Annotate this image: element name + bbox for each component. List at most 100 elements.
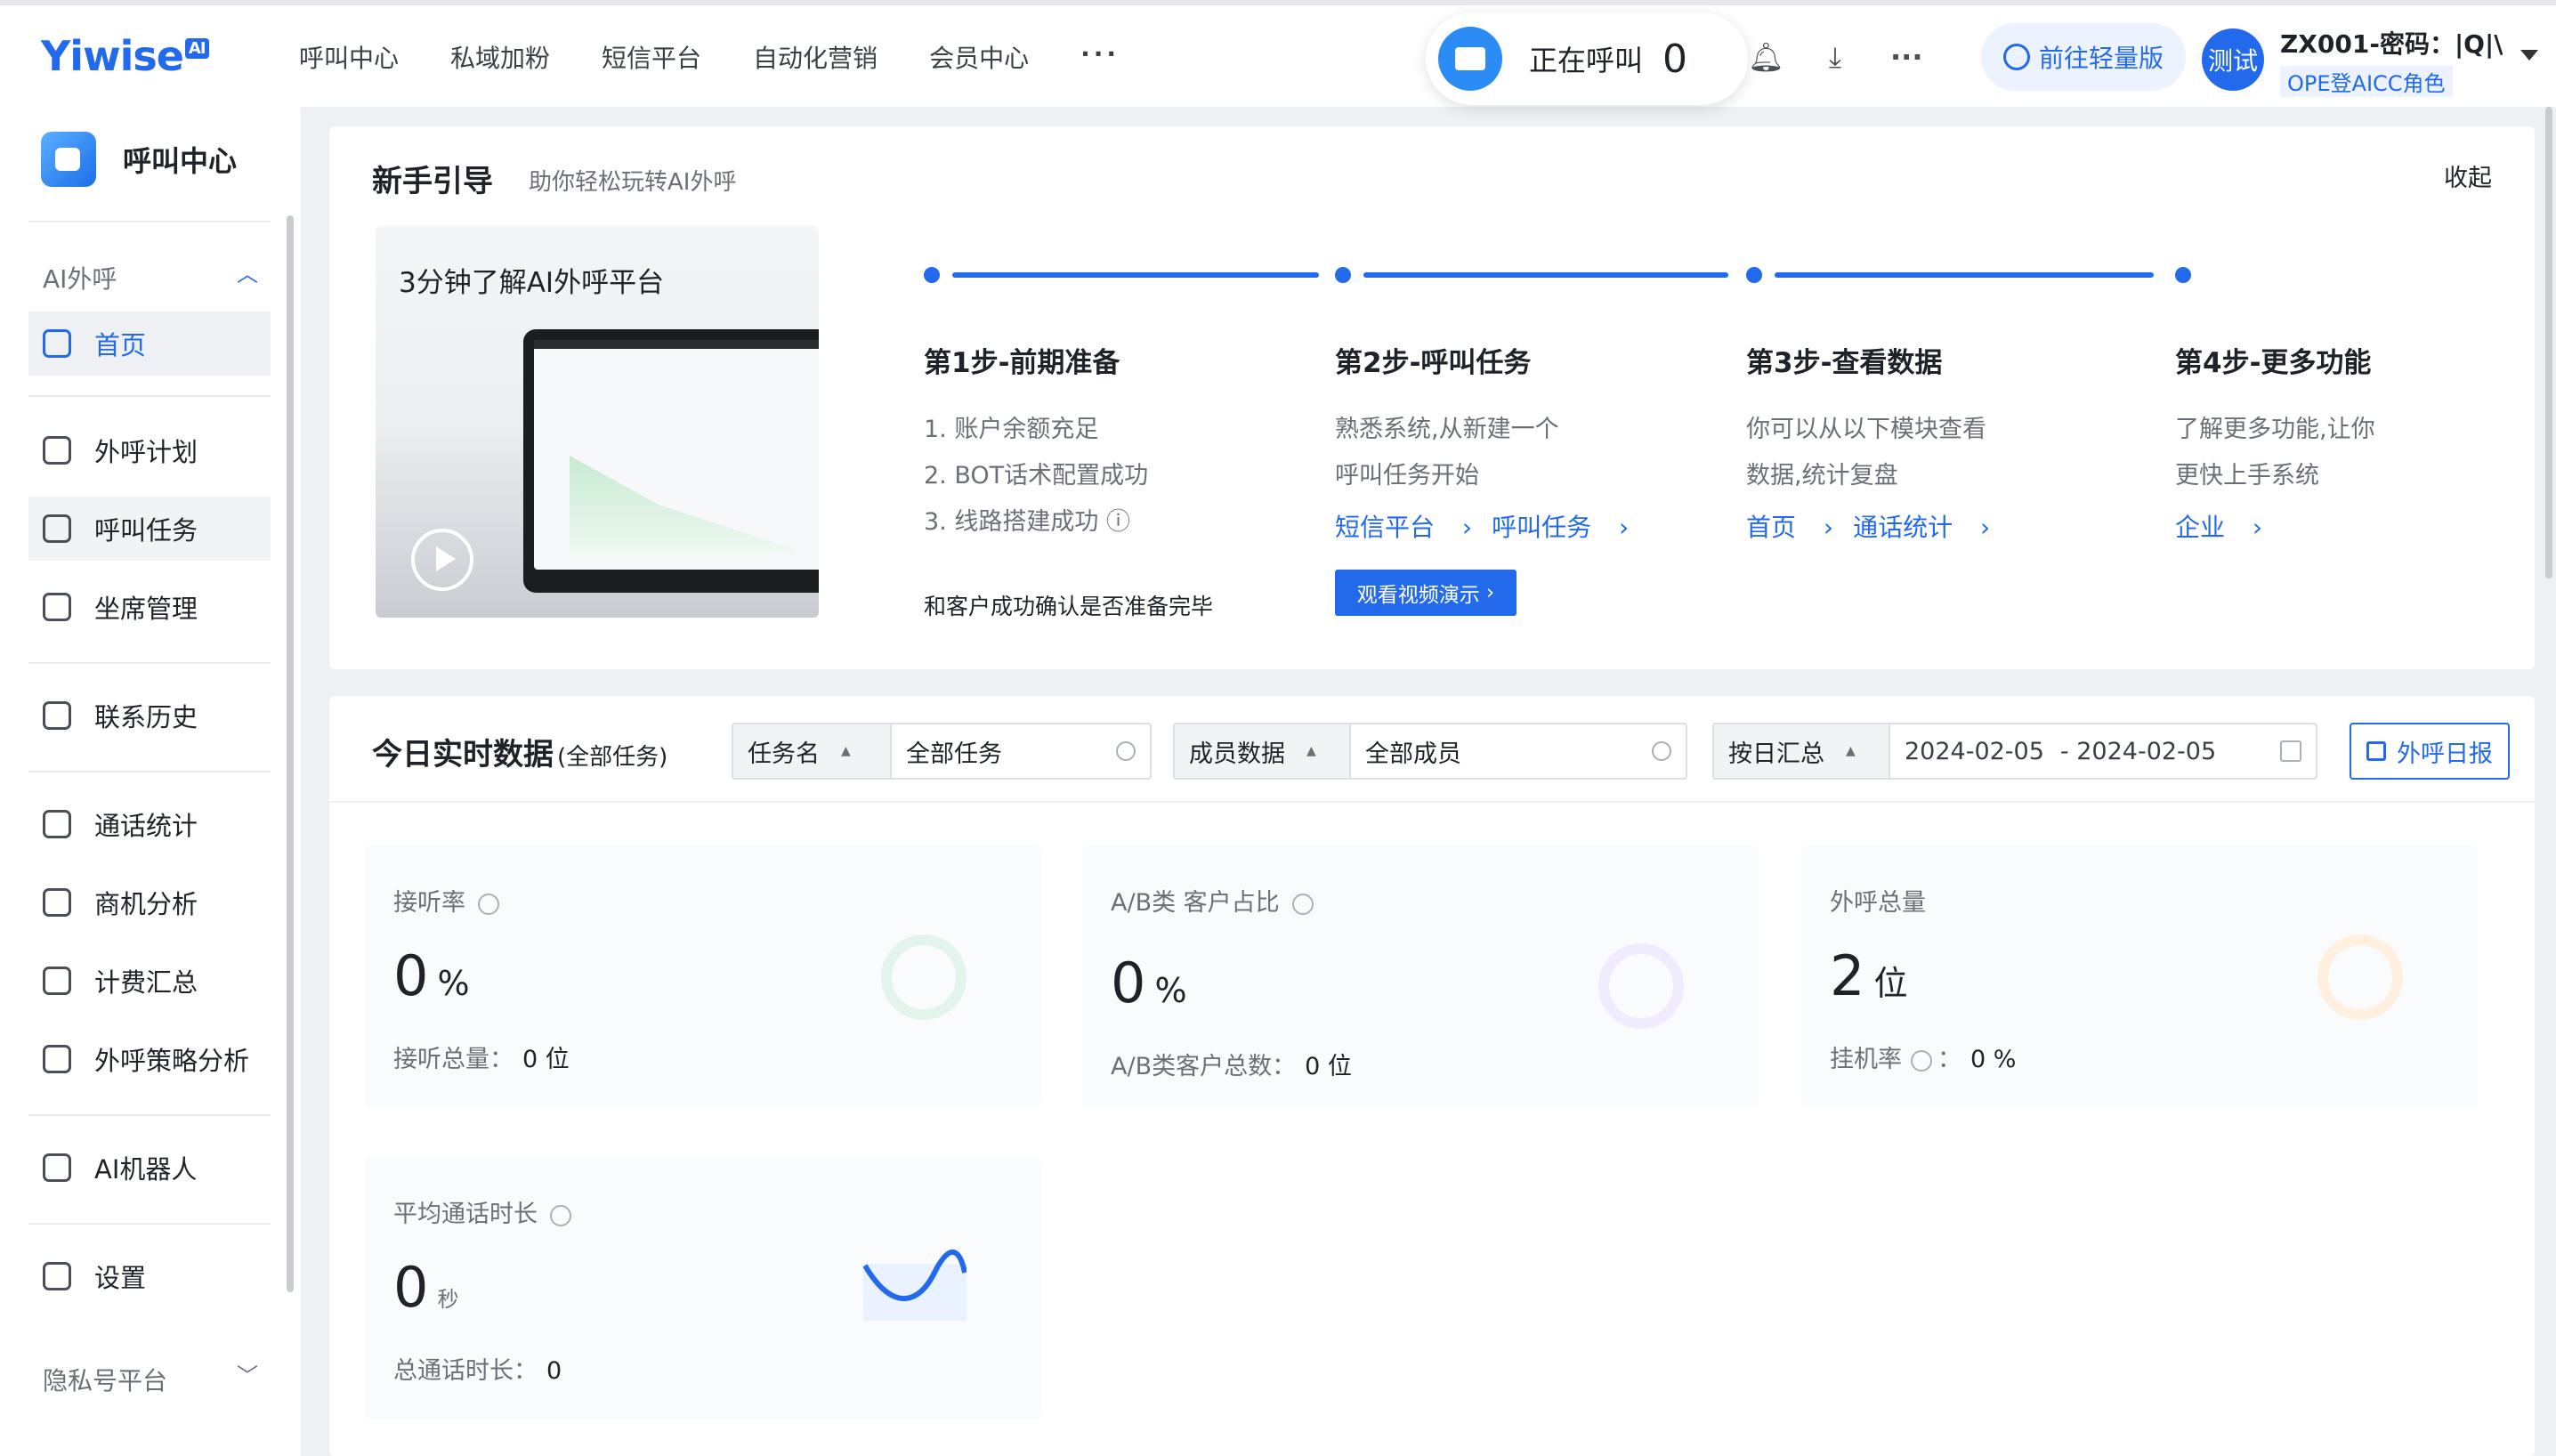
ring-chart-icon xyxy=(2317,934,2403,1020)
ring-chart-icon xyxy=(1598,943,1684,1029)
metric-ab-ratio: A/B类 客户占比 0% A/B类客户总数： 0 位 xyxy=(1082,845,1759,1107)
calendar-icon xyxy=(43,436,71,465)
task-filter-label[interactable]: 任务名 ▲ xyxy=(733,724,892,778)
sidebar-scrollbar[interactable] xyxy=(287,215,294,1292)
collapse-button[interactable]: 收起 xyxy=(2444,158,2492,193)
video-title: 3分钟了解AI外呼平台 xyxy=(399,267,665,299)
sidebar-header: 呼叫中心 xyxy=(41,132,237,187)
daily-report-button[interactable]: 外呼日报 xyxy=(2350,723,2510,780)
metric-value: 0秒 xyxy=(393,1255,459,1320)
step-3-line: 数据,统计复盘 xyxy=(1746,462,1898,489)
nav-member-center[interactable]: 会员中心 xyxy=(929,39,1029,75)
wave-chart-icon xyxy=(863,1249,967,1321)
step-connector xyxy=(952,272,1319,278)
step-dot xyxy=(1335,267,1351,283)
user-name[interactable]: ZX001-密码：|Q|\... xyxy=(2280,25,2503,61)
pie-icon xyxy=(43,967,71,995)
top-nav: 呼叫中心 私域加粉 短信平台 自动化营销 会员中心 ··· xyxy=(299,39,1171,75)
question-icon[interactable] xyxy=(478,893,499,915)
task-filter-value[interactable]: 全部任务 xyxy=(892,724,1150,778)
step-2: 第2步-呼叫任务 熟悉系统,从新建一个 呼叫任务开始 短信平台 › 呼叫任务 › xyxy=(1335,340,1673,544)
phone-icon xyxy=(43,514,71,543)
confirm-note: 和客户成功确认是否准备完毕 xyxy=(924,594,1214,619)
sidebar: 呼叫中心 AI外呼 ︿ 首页 外呼计划 呼叫任务 坐席管理 联系历史 通话统计 … xyxy=(0,107,301,1456)
metric-value: 0% xyxy=(393,943,470,1008)
realtime-scope: (全部任务) xyxy=(557,744,668,771)
chevron-up-icon[interactable]: ︿ xyxy=(237,256,258,287)
sidebar-item-settings[interactable]: 设置 xyxy=(28,1244,271,1308)
guide-subtitle: 助你轻松玩转AI外呼 xyxy=(529,169,737,196)
calling-status-widget[interactable]: 正在呼叫 0 xyxy=(1426,12,1748,105)
call-center-icon xyxy=(41,132,96,187)
link-home[interactable]: 首页 › xyxy=(1746,513,1833,542)
step-4-line: 了解更多功能,让你 xyxy=(2175,416,2375,443)
sort-icon: ▲ xyxy=(1846,744,1856,758)
metric-label: 外呼总量 xyxy=(1830,889,1926,917)
step-3-title: 第3步-查看数据 xyxy=(1746,347,1943,379)
metric-label: 平均通话时长 xyxy=(393,1194,571,1229)
date-start[interactable]: 2024-02-05 xyxy=(1905,738,2044,765)
step-2-title: 第2步-呼叫任务 xyxy=(1335,347,1532,379)
avatar[interactable]: 测试 xyxy=(2202,28,2264,91)
date-filter-label[interactable]: 按日汇总 ▲ xyxy=(1714,724,1890,778)
question-icon[interactable] xyxy=(1911,1049,1932,1072)
sort-icon: ▲ xyxy=(841,744,851,758)
main-scrollbar[interactable] xyxy=(2545,107,2552,578)
play-icon[interactable] xyxy=(411,529,473,591)
report-icon xyxy=(2366,741,2386,761)
step-connector xyxy=(1363,272,1728,278)
chart-icon xyxy=(1438,27,1502,91)
link-call-stats[interactable]: 通话统计 › xyxy=(1853,513,1990,542)
sidebar-item-plan[interactable]: 外呼计划 xyxy=(28,418,271,482)
bar-chart-icon xyxy=(43,810,71,838)
question-icon[interactable] xyxy=(550,1204,571,1226)
member-filter[interactable]: 成员数据 ▲ 全部成员 xyxy=(1173,723,1687,780)
intro-video[interactable]: 3分钟了解AI外呼平台 xyxy=(376,226,819,618)
gear-icon xyxy=(43,1262,71,1290)
sidebar-item-home[interactable]: 首页 xyxy=(28,311,271,376)
sidebar-item-agent[interactable]: 坐席管理 xyxy=(28,575,271,639)
metric-value: 2位 xyxy=(1830,943,1908,1008)
member-filter-label[interactable]: 成员数据 ▲ xyxy=(1175,724,1351,778)
nav-auto-marketing[interactable]: 自动化营销 xyxy=(753,39,878,75)
sidebar-item-stats[interactable]: 通话统计 xyxy=(28,792,271,856)
caret-down-icon[interactable] xyxy=(2520,50,2538,61)
nav-sms-platform[interactable]: 短信平台 xyxy=(602,39,701,75)
link-sms-platform[interactable]: 短信平台 › xyxy=(1335,513,1472,542)
more-icon[interactable]: ··· xyxy=(1890,41,1922,73)
question-icon[interactable]: ⓘ xyxy=(1106,508,1130,536)
sidebar-title: 呼叫中心 xyxy=(123,144,238,178)
chevron-down-icon[interactable]: ﹀ xyxy=(237,1358,258,1389)
sort-icon: ▲ xyxy=(1306,744,1316,758)
member-filter-value[interactable]: 全部成员 xyxy=(1351,724,1686,778)
calling-label: 正在呼叫 xyxy=(1529,44,1644,77)
question-icon[interactable] xyxy=(1291,893,1314,915)
sidebar-item-billing[interactable]: 计费汇总 xyxy=(28,949,271,1013)
sidebar-item-strategy[interactable]: 外呼策略分析 xyxy=(28,1027,271,1091)
yiwise-logo[interactable]: Yiwise AI xyxy=(41,32,209,80)
task-filter[interactable]: 任务名 ▲ 全部任务 xyxy=(732,723,1152,780)
nav-call-center[interactable]: 呼叫中心 xyxy=(299,39,399,75)
sidebar-item-biz[interactable]: 商机分析 xyxy=(28,870,271,934)
metric-total-calls: 外呼总量 2位 挂机率： 0 % xyxy=(1801,845,2478,1107)
sidebar-item-task[interactable]: 呼叫任务 xyxy=(28,497,271,561)
date-filter[interactable]: 按日汇总 ▲ 2024-02-05 - 2024-02-05 xyxy=(1712,723,2317,780)
sidebar-item-history[interactable]: 联系历史 xyxy=(28,684,271,748)
divider xyxy=(28,662,271,664)
download-icon[interactable]: ⤓ xyxy=(1819,41,1851,73)
bell-icon[interactable]: 🔔︎ xyxy=(1748,41,1784,73)
sidebar-group-privacy[interactable]: 隐私号平台 xyxy=(43,1362,167,1397)
nav-more[interactable]: ··· xyxy=(1080,39,1120,75)
sidebar-group-ai[interactable]: AI外呼 xyxy=(43,260,117,295)
link-enterprise[interactable]: 企业 › xyxy=(2175,513,2262,542)
lite-version-button[interactable]: 前往轻量版 xyxy=(1981,23,2186,91)
nav-private-domain[interactable]: 私域加粉 xyxy=(450,39,550,75)
date-range-picker[interactable]: 2024-02-05 - 2024-02-05 xyxy=(1890,724,2316,778)
link-call-task[interactable]: 呼叫任务 › xyxy=(1492,513,1629,542)
watch-video-button[interactable]: 观看视频演示 › xyxy=(1335,570,1517,616)
step-3-line: 你可以从以下模块查看 xyxy=(1746,416,1986,443)
divider xyxy=(28,771,271,772)
guide-title: 新手引导 xyxy=(372,164,493,199)
sidebar-item-robot[interactable]: AI机器人 xyxy=(28,1136,271,1200)
date-end[interactable]: - 2024-02-05 xyxy=(2060,738,2216,765)
